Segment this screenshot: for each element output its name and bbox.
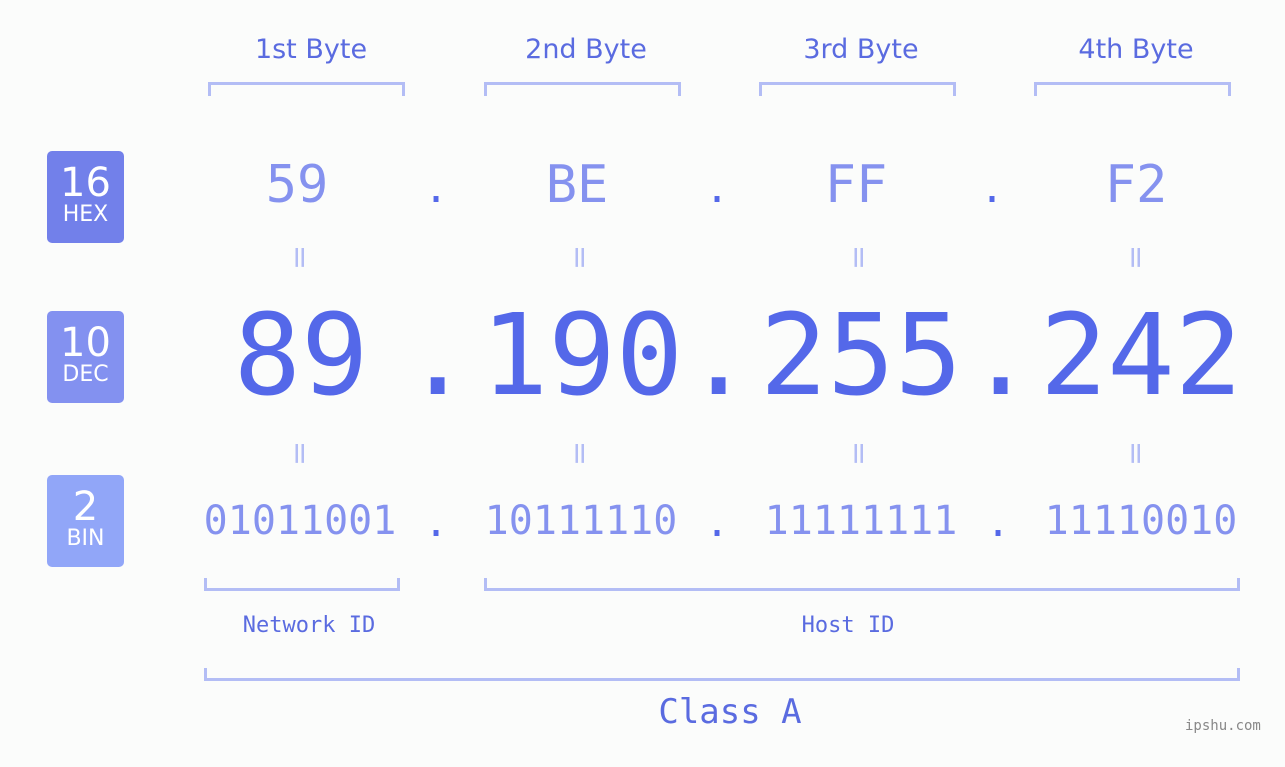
- bin-byte-1: 01011001: [203, 498, 397, 544]
- byte-label-2: 2nd Byte: [525, 34, 647, 65]
- bin-base: 2: [72, 484, 99, 530]
- bin-dot-1: .: [424, 500, 449, 546]
- dec-byte-3: 255: [759, 291, 963, 421]
- hex-badge: 16 HEX: [47, 151, 124, 243]
- hex-byte-3: FF: [824, 155, 888, 215]
- hex-dot-2: .: [705, 166, 730, 212]
- dec-dot-3: .: [967, 291, 1035, 421]
- host-id-bracket: [484, 578, 1240, 591]
- dec-badge: 10 DEC: [47, 311, 124, 403]
- network-id-bracket: [204, 578, 400, 591]
- bracket-byte-4: [1034, 82, 1231, 96]
- bracket-byte-1: [208, 82, 405, 96]
- equals-icon: =: [282, 440, 318, 467]
- equals-icon: =: [1118, 440, 1154, 467]
- dec-label: DEC: [62, 362, 109, 387]
- watermark: ipshu.com: [1185, 718, 1261, 734]
- byte-label-3: 3rd Byte: [803, 34, 919, 65]
- bin-byte-3: 11111111: [764, 498, 958, 544]
- bracket-byte-3: [759, 82, 956, 96]
- bin-dot-3: .: [986, 500, 1011, 546]
- host-id-label: Host ID: [801, 613, 895, 638]
- hex-byte-4: F2: [1104, 155, 1168, 215]
- class-bracket: [204, 668, 1240, 681]
- equals-icon: =: [562, 440, 598, 467]
- equals-icon: =: [841, 440, 877, 467]
- hex-label: HEX: [62, 202, 109, 227]
- bin-label: BIN: [66, 526, 105, 551]
- network-id-label: Network ID: [242, 613, 376, 638]
- dec-byte-1: 89: [233, 291, 369, 421]
- dec-base: 10: [60, 320, 111, 366]
- bin-byte-2: 10111110: [484, 498, 678, 544]
- equals-icon: =: [1118, 244, 1154, 271]
- bin-byte-4: 11110010: [1044, 498, 1238, 544]
- bracket-byte-2: [484, 82, 681, 96]
- hex-dot-1: .: [424, 166, 449, 212]
- hex-base: 16: [60, 160, 111, 206]
- dec-dot-2: .: [685, 291, 753, 421]
- class-label: Class A: [658, 692, 802, 732]
- equals-icon: =: [841, 244, 877, 271]
- bin-dot-2: .: [705, 500, 730, 546]
- hex-dot-3: .: [980, 166, 1005, 212]
- dec-byte-4: 242: [1039, 291, 1243, 421]
- hex-byte-1: 59: [265, 155, 329, 215]
- equals-icon: =: [562, 244, 598, 271]
- bin-badge: 2 BIN: [47, 475, 124, 567]
- hex-byte-2: BE: [545, 155, 609, 215]
- equals-icon: =: [282, 244, 318, 271]
- dec-dot-1: .: [404, 291, 472, 421]
- byte-label-1: 1st Byte: [254, 34, 368, 65]
- byte-label-4: 4th Byte: [1078, 34, 1194, 65]
- dec-byte-2: 190: [480, 291, 684, 421]
